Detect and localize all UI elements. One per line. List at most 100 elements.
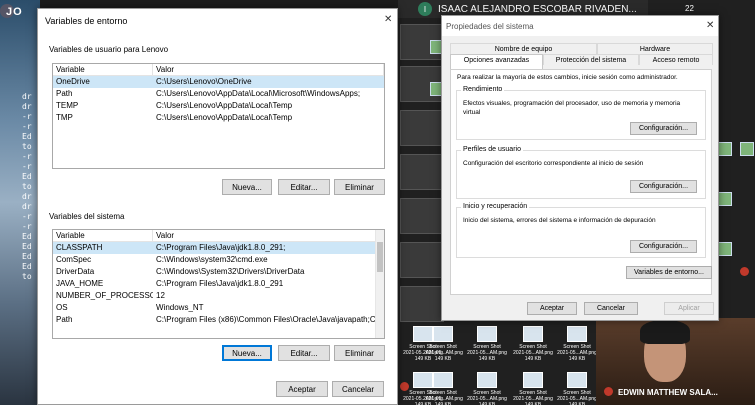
tab-advanced-options[interactable]: Opciones avanzadas xyxy=(450,54,543,69)
column-header[interactable]: Valor xyxy=(153,64,384,75)
environment-variables-dialog: Variables de entorno ✕ Variables de usua… xyxy=(37,8,398,405)
image-thumbnail xyxy=(477,372,497,388)
column-header[interactable]: Valor xyxy=(153,230,384,241)
screenshot-file[interactable]: Screen Shot 2021-05...AM.png 149 KB xyxy=(510,326,556,362)
system-delete-button[interactable]: Eliminar xyxy=(334,345,385,361)
scrollbar-thumb[interactable] xyxy=(377,242,383,272)
image-thumbnail xyxy=(523,326,543,342)
participant-avatar: I xyxy=(418,2,432,16)
variable-name: DriverData xyxy=(56,267,95,276)
tab-remote-access[interactable]: Acceso remoto xyxy=(639,54,713,65)
user-profiles-settings-button[interactable]: Configuración... xyxy=(630,180,697,193)
image-thumbnail xyxy=(433,372,453,388)
variable-row[interactable]: DriverData C:\Windows\System32\Drivers\Dr… xyxy=(53,266,384,278)
screenshot-file[interactable]: Screen Shot 2021-05...AM.png 149 KB xyxy=(464,326,510,362)
screenshot-file[interactable]: Screen Shot 2021-05...AM.png 149 KB xyxy=(510,372,556,405)
screenshot-file[interactable]: Screen Shot 2021-05...AM.png 149 KB xyxy=(420,326,466,362)
list-header: Variable Valor xyxy=(53,230,384,242)
folder-icon xyxy=(718,192,732,206)
variable-value: C:\Users\Lenovo\AppData\Local\Microsoft\… xyxy=(156,89,361,98)
tab-computer-name[interactable]: Nombre de equipo xyxy=(450,43,597,54)
variable-value: C:\Program Files\Java\jdk1.8.0_291 xyxy=(156,279,284,288)
participant-video: EDWIN MATTHEW SALA... xyxy=(596,318,755,405)
variable-value: Windows_NT xyxy=(156,303,204,312)
performance-label: Rendimiento xyxy=(461,86,505,93)
muted-mic-icon xyxy=(740,267,749,276)
image-thumbnail xyxy=(567,372,587,388)
startup-recovery-group: Inicio y recuperación Inicio del sistema… xyxy=(456,203,706,258)
performance-group: Rendimiento Efectos visuales, programaci… xyxy=(456,86,706,140)
ok-button[interactable]: Aceptar xyxy=(276,381,328,397)
system-new-button[interactable]: Nueva... xyxy=(222,345,272,361)
variable-value: C:\Users\Lenovo\AppData\Local\Temp xyxy=(156,101,293,110)
user-new-button[interactable]: Nueva... xyxy=(222,179,272,195)
video-tile xyxy=(400,286,444,322)
screenshot-file[interactable]: Screen Shot 2021-05...AM.png 149 KB xyxy=(420,372,466,405)
variable-row[interactable]: Path C:\Program Files (x86)\Common Files\… xyxy=(53,314,384,326)
performance-settings-button[interactable]: Configuración... xyxy=(630,122,697,135)
list-scrollbar[interactable] xyxy=(375,230,384,338)
folder-icon xyxy=(740,142,754,156)
system-edit-button[interactable]: Editar... xyxy=(278,345,330,361)
user-delete-button[interactable]: Eliminar xyxy=(334,179,385,195)
variable-name: Path xyxy=(56,89,73,98)
screenshot-file[interactable]: Screen Shot 2021-05...AM.png 149 KB xyxy=(554,372,600,405)
column-header[interactable]: Variable xyxy=(53,64,153,75)
variable-row[interactable]: OS Windows_NT xyxy=(53,302,384,314)
variable-name: TEMP xyxy=(56,101,79,110)
ok-button[interactable]: Aceptar xyxy=(527,302,577,315)
column-header[interactable]: Variable xyxy=(53,230,153,241)
background-title: JO xyxy=(6,6,23,18)
startup-recovery-label: Inicio y recuperación xyxy=(461,203,530,210)
system-variables-list[interactable]: Variable Valor CLASSPATH C:\Program Files… xyxy=(52,229,385,339)
list-header: Variable Valor xyxy=(53,64,384,76)
variable-name: Path xyxy=(56,315,73,324)
variable-row[interactable]: NUMBER_OF_PROCESSORS12 xyxy=(53,290,384,302)
image-thumbnail xyxy=(477,326,497,342)
folder-icon xyxy=(718,142,732,156)
participant-count: 22 xyxy=(685,4,694,13)
user-edit-button[interactable]: Editar... xyxy=(278,179,330,195)
performance-description: Efectos visuales, programación del proce… xyxy=(463,100,681,116)
variable-value: C:\Program Files\Java\jdk1.8.0_291; xyxy=(156,243,286,252)
startup-recovery-settings-button[interactable]: Configuración... xyxy=(630,240,697,253)
variable-row[interactable]: CLASSPATH C:\Program Files\Java\jdk1.8.0_… xyxy=(53,242,384,254)
variable-row[interactable]: ComSpec C:\Windows\system32\cmd.exe xyxy=(53,254,384,266)
video-tile xyxy=(400,110,444,146)
variable-name: TMP xyxy=(56,113,73,122)
user-variables-label: Variables de usuario para Lenovo xyxy=(49,45,169,54)
variable-row[interactable]: TMP C:\Users\Lenovo\AppData\Local\Temp xyxy=(53,112,384,124)
user-profiles-group: Perfiles de usuario Configuración del es… xyxy=(456,146,706,199)
screenshot-file[interactable]: Screen Shot 2021-05...AM.png 149 KB xyxy=(554,326,600,362)
variable-value: C:\Users\Lenovo\AppData\Local\Temp xyxy=(156,113,293,122)
tab-system-protection[interactable]: Protección del sistema xyxy=(543,54,639,65)
dialog-title: Variables de entorno xyxy=(45,16,128,26)
variable-value: C:\Windows\System32\Drivers\DriverData xyxy=(156,267,305,276)
tab-hardware[interactable]: Hardware xyxy=(597,43,713,54)
variable-name: CLASSPATH xyxy=(56,243,103,252)
advanced-options-panel: Para realizar la mayoría de estos cambio… xyxy=(450,69,712,295)
cancel-button[interactable]: Cancelar xyxy=(584,302,638,315)
folder-icon xyxy=(718,242,732,256)
environment-variables-button[interactable]: Variables de entorno... xyxy=(626,266,712,279)
apply-button: Aplicar xyxy=(664,302,714,315)
cancel-button[interactable]: Cancelar xyxy=(332,381,384,397)
image-thumbnail xyxy=(523,372,543,388)
variable-row[interactable]: TEMP C:\Users\Lenovo\AppData\Local\Temp xyxy=(53,100,384,112)
video-tile xyxy=(400,198,444,234)
close-icon[interactable]: ✕ xyxy=(384,14,392,25)
variable-row[interactable]: OneDrive C:\Users\Lenovo\OneDrive xyxy=(53,76,384,88)
variable-value: C:\Windows\system32\cmd.exe xyxy=(156,255,268,264)
user-profiles-label: Perfiles de usuario xyxy=(461,146,523,153)
image-thumbnail xyxy=(433,326,453,342)
close-icon[interactable]: ✕ xyxy=(706,20,714,31)
user-variables-list[interactable]: Variable Valor OneDrive C:\Users\Lenovo\O… xyxy=(52,63,385,169)
variable-row[interactable]: Path C:\Users\Lenovo\AppData\Local\Micros… xyxy=(53,88,384,100)
screenshot-file[interactable]: Screen Shot 2021-05...AM.png 149 KB xyxy=(464,372,510,405)
variable-row[interactable]: JAVA_HOME C:\Program Files\Java\jdk1.8.0_… xyxy=(53,278,384,290)
variable-name: OS xyxy=(56,303,68,312)
admin-notice: Para realizar la mayoría de estos cambio… xyxy=(457,74,678,81)
variable-value: C:\Program Files (x86)\Common Files\Orac… xyxy=(156,315,383,324)
participant-video-name: EDWIN MATTHEW SALA... xyxy=(618,388,718,397)
variable-value: 12 xyxy=(156,291,165,300)
